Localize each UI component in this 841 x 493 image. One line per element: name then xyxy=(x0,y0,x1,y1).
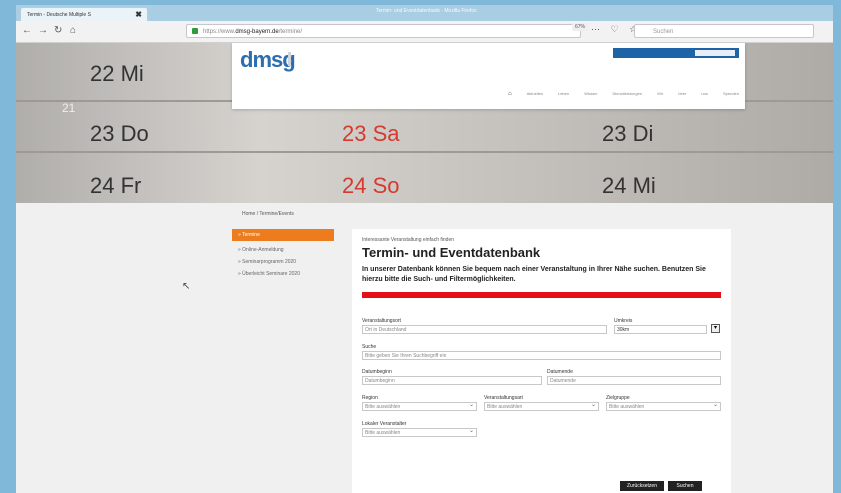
date-end-label: Datumende xyxy=(547,369,573,375)
search-input[interactable]: Suchen xyxy=(634,24,814,38)
page-title: Termin- und Eventdatenbank xyxy=(362,245,541,260)
location-label: Veranstaltungsort xyxy=(362,318,401,324)
nav-item[interactable]: Wissen xyxy=(584,91,597,96)
zoom-level[interactable]: 67% xyxy=(572,23,589,31)
hero-image: 22 Mi 21 23 Do 24 Fr 23 Sa 24 So 23 Di 2… xyxy=(16,43,833,203)
calendar-day: 24 Mi xyxy=(602,173,656,198)
calendar-day: 24 Fr xyxy=(90,173,142,198)
calendar-day: 23 Sa xyxy=(342,121,400,146)
logo-tagline-icon xyxy=(288,52,330,66)
radius-label: Umkreis xyxy=(614,318,633,324)
site-search-input[interactable] xyxy=(695,50,735,56)
home-icon[interactable]: ⌂ xyxy=(70,25,76,36)
intro-text: In unserer Datenbank können Sie bequem n… xyxy=(362,266,706,283)
kicker: Interessante Veranstaltung einfach finde… xyxy=(362,237,455,243)
site-header: dmsg ⌂ Aktuelles Leben Wissen Dienstleis… xyxy=(232,43,745,109)
region-select[interactable]: Bitte auswählen xyxy=(362,401,477,411)
nav-item[interactable]: Aktuelles xyxy=(527,91,543,96)
site-logo[interactable]: dmsg xyxy=(240,47,296,73)
lock-icon xyxy=(192,28,198,34)
browser-window: Termin - Deutsche Multiple S ✖ Termin- u… xyxy=(16,5,833,493)
date-start-input[interactable]: Datumbeginn xyxy=(362,376,542,385)
search-label: Suche xyxy=(362,344,377,350)
target-group-label: Zielgruppe xyxy=(606,395,630,401)
accent-divider xyxy=(362,292,721,298)
sidebar-item[interactable]: » Online-Anmeldung xyxy=(232,247,334,253)
date-start-label: Datumbeginn xyxy=(362,369,392,375)
mouse-cursor-icon: ↖ xyxy=(182,281,191,292)
url-domain: dmsg-bayern.de xyxy=(235,29,279,35)
sidebar: » Termine » Online-Anmeldung » Seminarpr… xyxy=(232,229,334,277)
back-icon[interactable]: ← xyxy=(22,25,32,36)
calendar-day: 21 xyxy=(62,101,76,115)
event-type-label: Veranstaltungsart xyxy=(484,395,523,401)
url-bar[interactable]: https://www.dmsg-bayern.de/termine/ xyxy=(186,24,581,38)
sidebar-item[interactable]: » Seminarprogramm 2020 xyxy=(232,259,334,265)
search-form-panel: Interessante Veranstaltung einfach finde… xyxy=(352,229,731,493)
dropdown-arrow-icon[interactable]: ▾ xyxy=(711,324,720,333)
url-path: /termine/ xyxy=(278,29,303,35)
nav-item[interactable]: Dienstleistungen xyxy=(612,91,642,96)
submit-button[interactable]: Suchen xyxy=(668,481,702,491)
nav-item[interactable]: Wir über uns xyxy=(657,91,708,96)
sidebar-item-active[interactable]: » Termine xyxy=(232,229,334,241)
tab-title: Termin - Deutsche Multiple S xyxy=(27,12,91,18)
calendar-day: 23 Do xyxy=(90,121,149,146)
organizer-label: Lokaler Veranstalter xyxy=(362,421,407,427)
divider xyxy=(16,151,833,153)
organizer-select[interactable]: Bitte auswählen xyxy=(362,427,477,437)
calendar-day: 23 Di xyxy=(602,121,654,146)
sidebar-item[interactable]: » Überleicht Seminare 2020 xyxy=(232,271,334,277)
date-end-input[interactable]: Datumende xyxy=(547,376,721,385)
web-page: 22 Mi 21 23 Do 24 Fr 23 Sa 24 So 23 Di 2… xyxy=(16,43,833,493)
tab-bar: Termin - Deutsche Multiple S ✖ Termin- u… xyxy=(16,5,833,21)
reload-icon[interactable]: ↻ xyxy=(54,25,62,36)
forward-icon[interactable]: → xyxy=(38,25,48,36)
close-tab-icon[interactable]: ✖ xyxy=(135,8,142,22)
location-input[interactable]: Ort in Deutschland xyxy=(362,325,607,334)
target-group-select[interactable]: Bitte auswählen xyxy=(606,401,721,411)
url-prefix: https://www. xyxy=(203,29,236,35)
breadcrumb[interactable]: Home / Termine/Events xyxy=(242,211,294,217)
nav-item[interactable]: Leben xyxy=(558,91,569,96)
calendar-day: 22 Mi xyxy=(90,61,144,86)
navigation-bar: ← → ↻ ⌂ https://www.dmsg-bayern.de/termi… xyxy=(16,21,833,43)
utility-bar xyxy=(613,48,739,58)
radius-select[interactable]: 30km xyxy=(614,325,707,334)
event-type-select[interactable]: Bitte auswählen xyxy=(484,401,599,411)
main-navigation: ⌂ Aktuelles Leben Wissen Dienstleistunge… xyxy=(508,91,739,97)
home-nav-icon[interactable]: ⌂ xyxy=(508,91,512,97)
browser-tab[interactable]: Termin - Deutsche Multiple S ✖ xyxy=(20,7,148,21)
nav-item[interactable]: Spenden xyxy=(723,91,739,96)
calendar-day: 24 So xyxy=(342,173,400,198)
region-label: Region xyxy=(362,395,378,401)
search-field[interactable]: Bitte geben Sie Ihren Suchbegriff ein xyxy=(362,351,721,360)
window-title: Termin- und Eventdatenbank - Mozilla Fir… xyxy=(376,8,477,14)
reset-button[interactable]: Zurücksetzen xyxy=(620,481,664,491)
